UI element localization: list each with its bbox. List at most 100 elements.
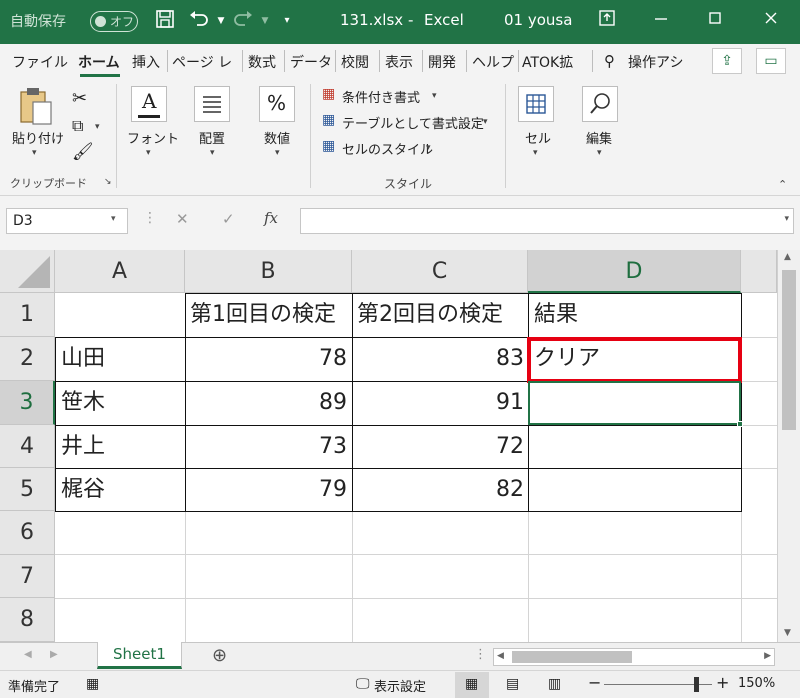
row-header-3[interactable]: 3 xyxy=(0,381,55,425)
row-header-7[interactable]: 7 xyxy=(0,555,55,598)
format-as-table-button[interactable]: テーブルとして書式設定 xyxy=(342,113,484,132)
new-sheet-icon[interactable]: ⊕ xyxy=(212,645,227,666)
undo-dropdown-icon[interactable]: ▼ xyxy=(210,9,232,33)
column-header-a[interactable]: A xyxy=(55,250,185,293)
format-as-table-dropdown-icon[interactable]: ▾ xyxy=(483,117,488,127)
tab-formulas[interactable]: 数式 xyxy=(248,52,276,72)
expand-formula-icon[interactable]: ▾ xyxy=(784,214,789,224)
scroll-left-icon[interactable]: ◀ xyxy=(497,651,504,661)
cut-icon[interactable]: ✂ xyxy=(72,88,87,109)
display-settings-icon[interactable]: 🖵 xyxy=(356,676,370,692)
name-box-dropdown-icon[interactable]: ▾ xyxy=(111,214,116,224)
column-header-e[interactable] xyxy=(741,250,777,293)
row-header-5[interactable]: 5 xyxy=(0,468,55,511)
cell-styles-icon[interactable]: ▦ xyxy=(322,138,335,154)
format-painter-icon[interactable]: 🖌 xyxy=(72,142,94,162)
column-header-d[interactable]: D xyxy=(528,250,741,293)
comments-button[interactable]: ▭ xyxy=(756,48,786,74)
undo-icon[interactable] xyxy=(188,9,210,33)
vertical-scroll-thumb[interactable] xyxy=(782,270,796,430)
redo-dropdown-icon[interactable]: ▼ xyxy=(254,9,276,33)
number-label[interactable]: 数値 xyxy=(264,128,290,147)
tab-data[interactable]: データ xyxy=(290,52,332,72)
autosave-toggle[interactable]: オフ xyxy=(90,11,138,32)
cell-c3[interactable]: 91 xyxy=(352,381,524,424)
row-header-1[interactable]: 1 xyxy=(0,293,55,337)
conditional-format-icon[interactable]: ▦ xyxy=(322,86,335,102)
cell-b4[interactable]: 73 xyxy=(185,425,347,468)
share-button[interactable]: ⇪ xyxy=(712,48,742,74)
dialog-launcher-icon[interactable]: ↘ xyxy=(104,177,112,187)
scroll-right-icon[interactable]: ▶ xyxy=(764,651,771,661)
cell-b1[interactable]: 第1回目の検定 xyxy=(190,293,336,336)
name-box[interactable]: D3 ▾ xyxy=(6,208,128,234)
horizontal-scrollbar[interactable]: ◀ ▶ xyxy=(493,648,775,666)
cancel-icon[interactable]: ✕ xyxy=(176,210,189,228)
cell-b2[interactable]: 78 xyxy=(185,337,347,380)
row-header-2[interactable]: 2 xyxy=(0,337,55,381)
conditional-format-dropdown-icon[interactable]: ▾ xyxy=(432,91,437,101)
alignment-dropdown-icon[interactable]: ▾ xyxy=(210,148,215,158)
cell-d1[interactable]: 結果 xyxy=(534,293,578,336)
tab-atok[interactable]: ATOK拡 xyxy=(522,52,573,72)
cell-c5[interactable]: 82 xyxy=(352,468,524,511)
scroll-down-icon[interactable]: ▼ xyxy=(784,628,791,638)
cell-a2[interactable]: 山田 xyxy=(61,337,105,380)
close-icon[interactable] xyxy=(760,9,782,33)
cell-b5[interactable]: 79 xyxy=(185,468,347,511)
number-format-icon[interactable]: % xyxy=(259,86,295,122)
editing-icon[interactable] xyxy=(582,86,618,122)
next-sheet-icon[interactable]: ▶ xyxy=(50,649,58,660)
tab-page-layout[interactable]: ページ レ xyxy=(172,52,232,72)
cell-c1[interactable]: 第2回目の検定 xyxy=(357,293,503,336)
alignment-label[interactable]: 配置 xyxy=(199,128,225,147)
tab-view[interactable]: 表示 xyxy=(385,52,413,72)
format-as-table-icon[interactable]: ▦ xyxy=(322,112,335,128)
row-header-4[interactable]: 4 xyxy=(0,425,55,468)
cell-c4[interactable]: 72 xyxy=(352,425,524,468)
cell-a4[interactable]: 井上 xyxy=(61,425,105,468)
paste-dropdown-icon[interactable]: ▾ xyxy=(32,148,37,158)
number-dropdown-icon[interactable]: ▾ xyxy=(275,148,280,158)
cell-a5[interactable]: 梶谷 xyxy=(61,468,105,511)
cell-b3[interactable]: 89 xyxy=(185,381,347,424)
page-layout-view-icon[interactable]: ▤ xyxy=(506,676,519,692)
maximize-icon[interactable] xyxy=(704,9,726,33)
enter-icon[interactable]: ✓ xyxy=(222,210,235,228)
scroll-up-icon[interactable]: ▲ xyxy=(784,252,791,262)
paste-label[interactable]: 貼り付け xyxy=(12,128,64,147)
prev-sheet-icon[interactable]: ◀ xyxy=(24,649,32,660)
tab-review[interactable]: 校閲 xyxy=(341,52,369,72)
font-label[interactable]: フォント xyxy=(127,128,179,147)
vertical-scrollbar[interactable]: ▲ ▼ xyxy=(777,250,800,642)
normal-view-button[interactable]: ▦ xyxy=(455,672,489,698)
column-header-b[interactable]: B xyxy=(185,250,352,293)
tell-me-search[interactable]: 操作アシ xyxy=(628,52,683,72)
save-icon[interactable] xyxy=(154,9,176,33)
fill-handle[interactable] xyxy=(737,421,743,427)
active-cell-d3[interactable] xyxy=(528,381,741,425)
tab-file[interactable]: ファイル xyxy=(12,52,68,72)
cell-a3[interactable]: 笹木 xyxy=(61,381,105,424)
conditional-format-button[interactable]: 条件付き書式 xyxy=(342,87,420,106)
zoom-out-button[interactable]: − xyxy=(588,673,601,692)
collapse-ribbon-icon[interactable]: ⌃ xyxy=(778,178,787,191)
display-settings-button[interactable]: 表示設定 xyxy=(374,676,426,695)
user-name[interactable]: 01 yousa xyxy=(504,11,572,29)
sheet-tab-sheet1[interactable]: Sheet1 xyxy=(97,642,182,669)
tab-split-icon[interactable]: ⋮ xyxy=(474,647,487,662)
editing-dropdown-icon[interactable]: ▾ xyxy=(597,148,602,158)
insert-function-icon[interactable]: fx xyxy=(264,209,278,227)
formula-input[interactable]: ▾ xyxy=(300,208,794,234)
editing-label[interactable]: 編集 xyxy=(586,128,612,147)
zoom-level[interactable]: 150% xyxy=(738,676,775,691)
zoom-in-button[interactable]: + xyxy=(716,673,729,692)
tab-developer[interactable]: 開発 xyxy=(428,52,456,72)
cells-dropdown-icon[interactable]: ▾ xyxy=(533,148,538,158)
horizontal-scroll-thumb[interactable] xyxy=(512,651,632,663)
minimize-icon[interactable] xyxy=(650,9,672,33)
redo-icon[interactable] xyxy=(232,9,254,33)
tab-insert[interactable]: 挿入 xyxy=(132,52,160,72)
cell-styles-dropdown-icon[interactable]: ▾ xyxy=(426,143,431,153)
zoom-slider-thumb[interactable] xyxy=(694,677,699,692)
